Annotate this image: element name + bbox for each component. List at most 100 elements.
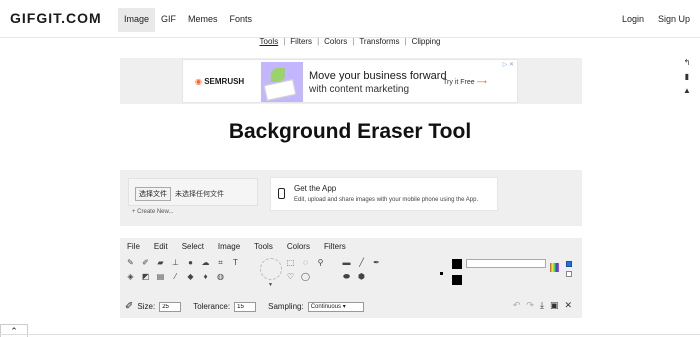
leaf-icon xyxy=(271,68,285,82)
size-label: Size: xyxy=(137,302,156,311)
sampling-label: Sampling: xyxy=(268,302,304,311)
rect-select-icon[interactable]: ⬚ xyxy=(286,258,295,267)
transparency-checkbox[interactable] xyxy=(566,271,572,277)
ad-banner[interactable]: ◉ SEMRUSH Move your business forward wit… xyxy=(182,59,518,103)
blob-icon[interactable]: ● xyxy=(186,258,195,267)
bucket-icon[interactable]: ◈ xyxy=(126,272,135,281)
gradient-icon[interactable]: ▤ xyxy=(156,272,165,281)
menu-edit[interactable]: Edit xyxy=(154,242,168,251)
nav-image[interactable]: Image xyxy=(118,8,156,32)
oval-icon[interactable]: ⬬ xyxy=(342,272,351,281)
eyedropper-icon[interactable]: ✒ xyxy=(372,258,381,267)
page-title: Background Eraser Tool xyxy=(228,120,472,143)
triangle-side-icon[interactable]: ▲ xyxy=(682,84,692,98)
page-side-icon[interactable]: ▮ xyxy=(682,70,692,84)
lasso-icon[interactable]: ◌ xyxy=(301,258,310,267)
app-promo-title: Get the App xyxy=(294,184,337,193)
editor-actions: ↶ ↷ ⤓ ▣ ✕ xyxy=(513,300,572,311)
auth-links: Login Sign Up xyxy=(622,14,690,24)
toolbar-row-2: ◈ ◩ ▤ ⁄ ◆ ♦ ◍ xyxy=(126,272,225,281)
stamp-icon[interactable]: ⊥ xyxy=(171,258,180,267)
save-icon[interactable]: ▣ xyxy=(550,300,559,311)
heart-icon[interactable]: ♡ xyxy=(286,272,295,281)
sampling-select[interactable]: Continuous ▾ xyxy=(307,301,364,312)
menu-file[interactable]: File xyxy=(127,242,140,251)
line-icon[interactable]: ╱ xyxy=(357,258,366,267)
hexagon-icon[interactable]: ⬢ xyxy=(357,272,366,281)
rectangle-icon[interactable]: ▬ xyxy=(342,258,351,267)
main-nav: Image GIF Memes Fonts xyxy=(118,8,258,32)
side-icons: ↰ ▮ ▲ xyxy=(682,56,692,98)
color-checkbox[interactable] xyxy=(566,261,572,267)
zoom-icon[interactable]: ⚲ xyxy=(316,258,325,267)
signup-link[interactable]: Sign Up xyxy=(658,14,690,24)
pencil-icon[interactable]: ✐ xyxy=(141,258,150,267)
subnav-clipping[interactable]: Clipping xyxy=(412,37,441,46)
subnav-transforms[interactable]: Transforms xyxy=(359,37,399,46)
toolbar-row-4: ♡ ◯ xyxy=(286,272,310,281)
undo-icon[interactable]: ↶ xyxy=(513,300,521,311)
caret-down-icon[interactable]: ▼ xyxy=(266,281,275,290)
dropper-icon[interactable]: ⁄ xyxy=(171,272,180,281)
eraser-icon[interactable]: ▰ xyxy=(156,258,165,267)
top-bar: GIFGIT.COM Image GIF Memes Fonts Login S… xyxy=(0,0,700,38)
cloud-icon[interactable]: ☁ xyxy=(201,258,210,267)
sharpen-icon[interactable]: ◆ xyxy=(186,272,195,281)
ellipse-select-icon[interactable]: ◯ xyxy=(301,272,310,281)
site-logo[interactable]: GIFGIT.COM xyxy=(10,10,102,26)
size-input[interactable] xyxy=(159,301,182,312)
ad-close-icon[interactable]: ▷ ✕ xyxy=(503,61,514,68)
foreground-color-swatch[interactable] xyxy=(452,259,462,269)
semrush-flame-icon: ◉ xyxy=(195,77,205,86)
redo-icon[interactable]: ↷ xyxy=(526,300,534,311)
nav-gif[interactable]: GIF xyxy=(155,8,182,32)
nav-fonts[interactable]: Fonts xyxy=(224,8,259,32)
app-promo[interactable]: Get the App Edit, upload and share image… xyxy=(270,177,498,211)
brush-icon[interactable]: ✎ xyxy=(126,258,135,267)
blur-icon[interactable]: ◍ xyxy=(216,272,225,281)
no-file-label: 未选择任何文件 xyxy=(175,191,224,198)
ad-container: ◉ SEMRUSH Move your business forward wit… xyxy=(120,58,582,104)
toolbar-row-3: ⬚ ◌ ⚲ xyxy=(286,258,325,267)
ad-cta[interactable]: Try it Free ⟶ xyxy=(443,78,487,86)
ad-brand: ◉ SEMRUSH xyxy=(195,77,245,86)
small-dot xyxy=(440,272,443,275)
editor-panel: File Edit Select Image Tools Colors Filt… xyxy=(120,238,582,318)
background-color-swatch[interactable] xyxy=(452,275,462,285)
editor-menubar: File Edit Select Image Tools Colors Filt… xyxy=(127,242,346,251)
menu-colors[interactable]: Colors xyxy=(287,242,310,251)
close-icon[interactable]: ✕ xyxy=(564,300,572,311)
create-new-link[interactable]: + Create New... xyxy=(132,209,174,215)
menu-image[interactable]: Image xyxy=(218,242,240,251)
undo-side-icon[interactable]: ↰ xyxy=(682,56,692,70)
crop-icon[interactable]: ⌗ xyxy=(216,258,225,267)
menu-select[interactable]: Select xyxy=(182,242,204,251)
toolbar-row-5: ▬ ╱ ✒ xyxy=(342,258,381,267)
download-icon[interactable]: ⤓ xyxy=(540,300,544,311)
subnav-tools[interactable]: Tools xyxy=(260,37,279,46)
card-icon xyxy=(263,79,297,101)
tolerance-input[interactable] xyxy=(234,301,257,312)
subnav-filters[interactable]: Filters xyxy=(290,37,312,46)
toolbar-row-1: ✎ ✐ ▰ ⊥ ● ☁ ⌗ T xyxy=(126,258,240,267)
text-icon[interactable]: T xyxy=(231,258,240,267)
login-link[interactable]: Login xyxy=(622,14,644,24)
sub-nav: Tools | Filters | Colors | Transforms | Clipping xyxy=(259,37,441,46)
file-upload-box: 选择文件 未选择任何文件 xyxy=(128,178,258,206)
drop-icon[interactable]: ♦ xyxy=(201,272,210,281)
phone-icon xyxy=(278,188,285,199)
eraser-tool-icon: ✐ xyxy=(125,301,134,312)
menu-tools[interactable]: Tools xyxy=(254,242,273,251)
gradient-eraser-icon[interactable]: ◩ xyxy=(141,272,150,281)
subnav-colors[interactable]: Colors xyxy=(324,37,347,46)
arrow-right-icon: ⟶ xyxy=(476,79,487,86)
choose-file-button[interactable]: 选择文件 xyxy=(135,187,171,201)
color-hex-input[interactable] xyxy=(466,259,546,268)
toolbar-row-6: ⬬ ⬢ xyxy=(342,272,366,281)
nav-memes[interactable]: Memes xyxy=(182,8,224,32)
tool-options: ✐ Size: Tolerance: Sampling: Continuous … xyxy=(125,301,364,312)
upload-panel: 选择文件 未选择任何文件 + Create New... Get the App… xyxy=(120,170,582,226)
ad-subline: with content marketing xyxy=(309,84,410,95)
menu-filters[interactable]: Filters xyxy=(324,242,346,251)
color-spectrum-icon[interactable] xyxy=(550,263,559,272)
